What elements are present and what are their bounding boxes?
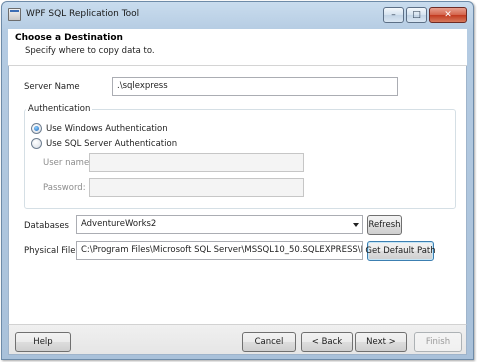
server-name-label: Server Name xyxy=(24,82,80,92)
physical-file-input[interactable]: C:\Program Files\Microsoft SQL Server\MS… xyxy=(76,241,363,260)
help-button[interactable]: Help xyxy=(15,332,71,352)
page-title: Choose a Destination xyxy=(15,33,123,43)
close-button[interactable]: ✕ xyxy=(429,7,467,23)
username-label: User name: xyxy=(43,158,93,168)
windows-auth-radio[interactable] xyxy=(31,123,42,134)
page-subtitle: Specify where to copy data to. xyxy=(25,46,155,56)
sql-auth-label: Use SQL Server Authentication xyxy=(46,138,178,149)
chevron-down-icon xyxy=(353,223,359,227)
sql-auth-option[interactable]: Use SQL Server Authentication xyxy=(31,138,177,149)
minimize-button[interactable]: – xyxy=(383,7,404,23)
windows-auth-label: Use Windows Authentication xyxy=(46,123,168,134)
databases-dropdown[interactable]: AdventureWorks2 xyxy=(76,215,363,234)
window-title: WPF SQL Replication Tool xyxy=(26,9,140,19)
password-label: Password: xyxy=(43,183,86,193)
caption-buttons: – □ ✕ xyxy=(383,7,467,24)
back-button[interactable]: < Back xyxy=(301,332,353,352)
wizard-content: Server Name .\sqlexpress Authentication … xyxy=(8,66,467,324)
next-button[interactable]: Next > xyxy=(355,332,407,352)
finish-button[interactable]: Finish xyxy=(414,332,462,352)
wizard-header: Choose a Destination Specify where to co… xyxy=(8,29,467,66)
server-name-input[interactable]: .\sqlexpress xyxy=(112,77,398,96)
windows-auth-option[interactable]: Use Windows Authentication xyxy=(31,123,168,134)
databases-selected-value: AdventureWorks2 xyxy=(81,219,157,229)
title-bar[interactable]: WPF SQL Replication Tool – □ ✕ xyxy=(2,2,473,28)
authentication-group-label: Authentication xyxy=(26,104,93,114)
maximize-button[interactable]: □ xyxy=(406,7,427,23)
minimize-icon: – xyxy=(391,9,396,20)
close-icon: ✕ xyxy=(444,9,452,20)
get-default-path-button[interactable]: Get Default Path xyxy=(365,241,436,261)
app-icon xyxy=(8,8,21,21)
physical-file-label: Physical File: xyxy=(24,246,79,256)
password-input[interactable] xyxy=(89,178,304,197)
maximize-icon: □ xyxy=(412,9,421,20)
databases-label: Databases xyxy=(24,221,69,231)
cancel-button[interactable]: Cancel xyxy=(242,332,296,352)
wizard-window: WPF SQL Replication Tool – □ ✕ Choose a … xyxy=(1,1,474,360)
wizard-footer: Help Cancel < Back Next > Finish xyxy=(8,324,467,355)
sql-auth-radio[interactable] xyxy=(31,138,42,149)
username-input[interactable] xyxy=(89,153,304,172)
refresh-button[interactable]: Refresh xyxy=(367,215,402,235)
